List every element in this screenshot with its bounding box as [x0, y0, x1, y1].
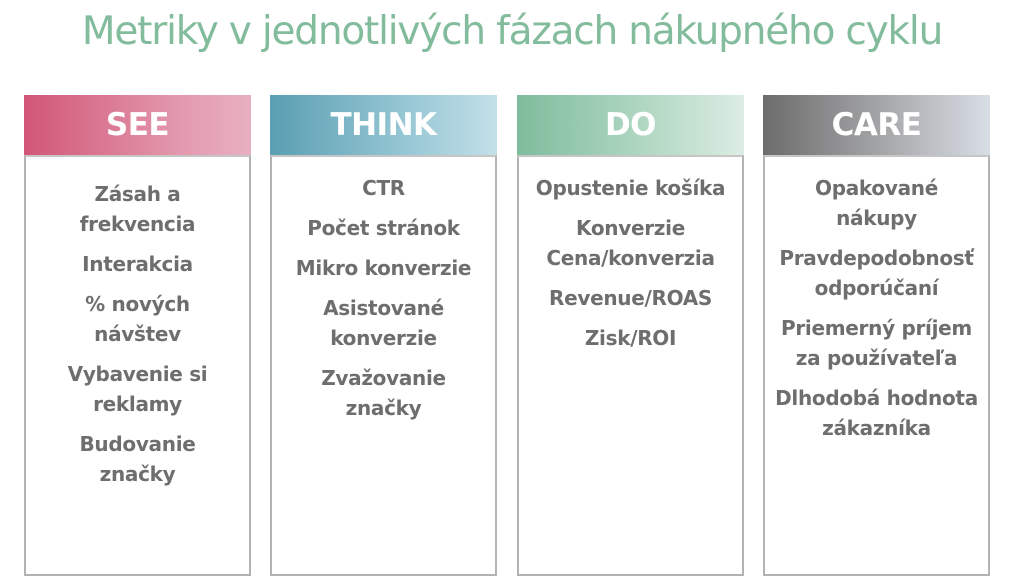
metric-item: Zvažovanie značky — [321, 366, 446, 420]
metric-item: Asistované konverzie — [323, 296, 444, 350]
metric-item: Mikro konverzie — [295, 256, 472, 280]
column-think: THINK CTR Počet stránok Mikro konverzie … — [270, 95, 497, 576]
column-body-care: Opakované nákupy Pravdepodobnosť odporúč… — [763, 155, 990, 576]
metric-item: Vybavenie si reklamy — [67, 362, 208, 416]
column-header-do: DO — [517, 95, 744, 155]
column-body-think: CTR Počet stránok Mikro konverzie Asisto… — [270, 155, 497, 576]
metric-item: Konverzie Cena/konverzia — [546, 216, 715, 270]
metric-item: Pravdepodobnosť odporúčaní — [779, 246, 974, 300]
column-body-see: Zásah a frekvencia Interakcia % nových n… — [24, 155, 251, 576]
page-title: Metriky v jednotlivých fázach nákupného … — [81, 9, 943, 54]
metric-item: Dlhodobá hodnota zákazníka — [775, 386, 978, 440]
column-do: DO Opustenie košíka Konverzie Cena/konve… — [517, 95, 744, 576]
metric-item: Opustenie košíka — [535, 176, 726, 200]
metric-item: Priemerný príjem za používateľa — [781, 316, 972, 370]
metric-item: Interakcia — [82, 252, 193, 276]
column-body-do: Opustenie košíka Konverzie Cena/konverzi… — [517, 155, 744, 576]
metric-item: % nových návštev — [85, 292, 190, 346]
column-care: CARE Opakované nákupy Pravdepodobnosť od… — [763, 95, 990, 576]
metric-item: Zásah a frekvencia — [79, 182, 196, 236]
metric-item: CTR — [362, 176, 405, 200]
metric-item: Počet stránok — [307, 216, 460, 240]
metric-item: Budovanie značky — [79, 432, 196, 486]
column-header-think: THINK — [270, 95, 497, 155]
column-header-care: CARE — [763, 95, 990, 155]
metric-item: Zisk/ROI — [584, 326, 677, 350]
column-see: SEE Zásah a frekvencia Interakcia % nový… — [24, 95, 251, 576]
metric-item: Revenue/ROAS — [548, 286, 713, 310]
column-header-see: SEE — [24, 95, 251, 155]
metric-item: Opakované nákupy — [815, 176, 938, 230]
